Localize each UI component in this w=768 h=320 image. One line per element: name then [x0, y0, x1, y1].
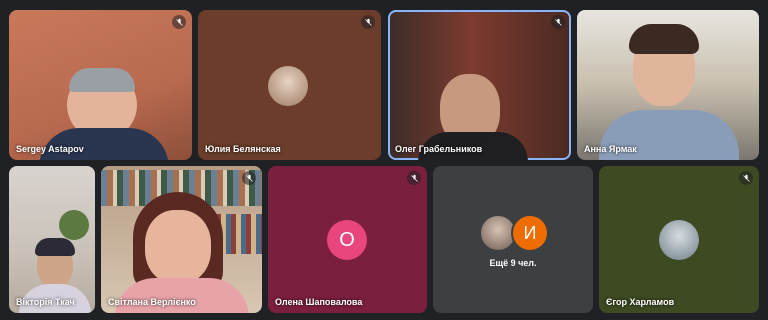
participant-tile-yehor[interactable]: Єгор Харламов [599, 166, 759, 313]
participant-name: Анна Ярмак [584, 144, 637, 154]
participant-name: Світлана Верлієнко [108, 297, 196, 307]
participant-tile-yulia[interactable]: Юлия Белянская [198, 10, 381, 160]
participant-body [115, 278, 249, 313]
participant-tile-svitlana[interactable]: Світлана Верлієнко [101, 166, 262, 313]
participant-tile-viktoriia[interactable]: Вікторія Ткач [9, 166, 95, 313]
avatar [659, 220, 699, 260]
avatar: О [327, 220, 367, 260]
participant-name: Вікторія Ткач [16, 297, 75, 307]
participant-hair [35, 238, 75, 256]
participant-video [145, 210, 211, 284]
mic-off-icon [361, 15, 375, 29]
participant-name: Олег Грабельников [395, 144, 483, 154]
participant-tile-olena[interactable]: О Олена Шаповалова [268, 166, 427, 313]
mic-off-icon [407, 171, 421, 185]
avatar [268, 66, 308, 106]
mic-off-icon [242, 171, 256, 185]
participant-name: Олена Шаповалова [275, 297, 363, 307]
avatar: И [511, 214, 549, 252]
participant-hair [69, 68, 135, 92]
mic-off-icon [739, 171, 753, 185]
participant-tile-oleg[interactable]: Олег Грабельников [388, 10, 571, 160]
more-participants-label: Ещё 9 чел. [489, 258, 537, 268]
participant-name: Єгор Харламов [606, 297, 675, 307]
participant-name: Юлия Белянская [205, 144, 281, 154]
plant-decoration [59, 210, 89, 240]
mic-off-icon [172, 15, 186, 29]
more-participants-tile[interactable]: И Ещё 9 чел. [433, 166, 593, 313]
participant-tile-anna[interactable]: Анна Ярмак [577, 10, 759, 160]
participant-name: Sergey Astapov [16, 144, 84, 154]
participant-tile-sergey-astapov[interactable]: Sergey Astapov [9, 10, 192, 160]
mic-off-icon [551, 15, 565, 29]
participant-hair [629, 24, 699, 54]
